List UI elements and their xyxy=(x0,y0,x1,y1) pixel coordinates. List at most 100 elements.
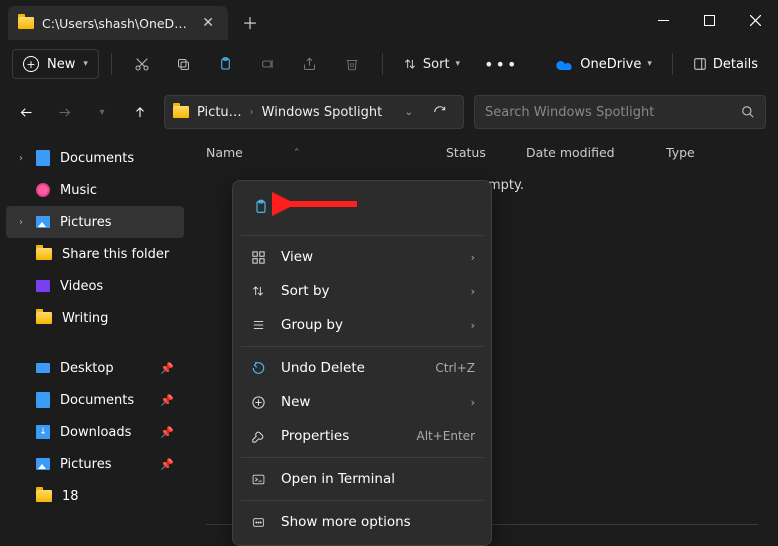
ctx-show-more[interactable]: Show more options xyxy=(239,505,485,539)
pictures-icon xyxy=(36,216,50,228)
address-bar[interactable]: Pictu… › Windows Spotlight ⌄ xyxy=(164,95,464,129)
new-button[interactable]: + New ▾ xyxy=(12,49,99,79)
wrench-icon xyxy=(249,429,267,444)
separator xyxy=(241,346,483,347)
plus-circle-icon xyxy=(249,395,267,410)
minimize-button[interactable] xyxy=(640,0,686,40)
sidebar-item-videos[interactable]: Videos xyxy=(6,270,184,302)
separator xyxy=(672,53,673,75)
pictures-icon xyxy=(36,458,50,470)
more-button[interactable]: ••• xyxy=(474,49,528,80)
terminal-icon xyxy=(249,473,267,486)
group-icon xyxy=(249,318,267,332)
sidebar-item-pictures[interactable]: ›Pictures xyxy=(6,206,184,238)
more-icon xyxy=(249,516,267,529)
column-name[interactable]: Name⌃ xyxy=(206,145,446,160)
close-button[interactable] xyxy=(732,0,778,40)
titlebar: C:\Users\shash\OneDrive\Pictu ✕ ＋ xyxy=(0,0,778,40)
sidebar-label: Writing xyxy=(62,311,108,326)
rename-button[interactable] xyxy=(250,48,286,80)
paste-button[interactable] xyxy=(208,48,244,80)
sidebar-label: Pictures xyxy=(60,215,111,230)
sidebar-item-writing[interactable]: Writing xyxy=(6,302,184,334)
music-icon xyxy=(36,183,50,197)
folder-icon xyxy=(36,490,52,502)
separator xyxy=(111,53,112,75)
sidebar-item-music[interactable]: Music xyxy=(6,174,184,206)
sidebar-label: Share this folder xyxy=(62,247,169,262)
videos-icon xyxy=(36,280,50,292)
copy-button[interactable] xyxy=(166,48,202,80)
context-menu: View› Sort by› Group by› Undo DeleteCtrl… xyxy=(232,180,492,546)
sidebar-item-documents[interactable]: ›Documents xyxy=(6,142,184,174)
column-type[interactable]: Type xyxy=(666,145,746,160)
quick-desktop[interactable]: Desktop📌 xyxy=(6,352,184,384)
quick-18[interactable]: 18 xyxy=(6,480,184,512)
shortcut: Ctrl+Z xyxy=(435,361,475,375)
separator xyxy=(241,457,483,458)
forward-button[interactable] xyxy=(50,98,78,126)
ctx-view[interactable]: View› xyxy=(239,240,485,274)
undo-icon xyxy=(249,361,267,375)
new-label: New xyxy=(47,57,75,72)
maximize-button[interactable] xyxy=(686,0,732,40)
quick-downloads[interactable]: ↓Downloads📌 xyxy=(6,416,184,448)
ctx-group-by[interactable]: Group by› xyxy=(239,308,485,342)
chevron-down-icon: ▾ xyxy=(647,59,652,69)
breadcrumb[interactable]: Windows Spotlight xyxy=(262,105,383,120)
address-dropdown[interactable]: ⌄ xyxy=(401,103,417,122)
shortcut: Alt+Enter xyxy=(416,429,475,443)
onedrive-label: OneDrive xyxy=(580,57,641,72)
column-status[interactable]: Status xyxy=(446,145,526,160)
back-button[interactable] xyxy=(12,98,40,126)
sidebar-item-share[interactable]: Share this folder xyxy=(6,238,184,270)
delete-button[interactable] xyxy=(334,48,370,80)
refresh-button[interactable] xyxy=(425,101,455,123)
ctx-paste-button[interactable] xyxy=(245,191,277,223)
pin-icon: 📌 xyxy=(160,362,174,375)
chevron-down-icon: ▾ xyxy=(83,59,88,69)
sidebar-label: Videos xyxy=(60,279,103,294)
new-tab-button[interactable]: ＋ xyxy=(228,10,272,34)
quick-pictures[interactable]: Pictures📌 xyxy=(6,448,184,480)
plus-circle-icon: + xyxy=(23,56,39,72)
search-icon[interactable] xyxy=(741,105,755,119)
share-button[interactable] xyxy=(292,48,328,80)
search-box[interactable] xyxy=(474,95,766,129)
folder-icon xyxy=(173,106,189,118)
recent-button[interactable]: ▾ xyxy=(88,98,116,126)
details-button[interactable]: Details xyxy=(685,51,766,78)
search-input[interactable] xyxy=(485,105,741,120)
tab-title: C:\Users\shash\OneDrive\Pictu xyxy=(42,16,190,31)
breadcrumb[interactable]: Pictu… xyxy=(197,105,242,120)
details-icon xyxy=(693,57,707,71)
folder-icon xyxy=(18,17,34,29)
tab-close-button[interactable]: ✕ xyxy=(198,13,218,33)
onedrive-button[interactable]: OneDrive ▾ xyxy=(548,51,660,78)
sort-icon xyxy=(249,284,267,298)
ctx-properties[interactable]: PropertiesAlt+Enter xyxy=(239,419,485,453)
chevron-right-icon: › xyxy=(471,319,475,332)
cut-button[interactable] xyxy=(124,48,160,80)
separator xyxy=(241,235,483,236)
ctx-new[interactable]: New› xyxy=(239,385,485,419)
documents-icon xyxy=(36,392,50,408)
column-date[interactable]: Date modified xyxy=(526,145,666,160)
sort-icon xyxy=(403,57,417,71)
toolbar: + New ▾ Sort ▾ ••• OneDrive ▾ Details xyxy=(0,40,778,88)
window-tab[interactable]: C:\Users\shash\OneDrive\Pictu ✕ xyxy=(8,6,228,40)
sidebar-label: Pictures xyxy=(60,457,111,472)
separator xyxy=(241,500,483,501)
chevron-right-icon: › xyxy=(471,251,475,264)
sidebar-label: 18 xyxy=(62,489,79,504)
sort-button[interactable]: Sort ▾ xyxy=(395,51,468,78)
details-label: Details xyxy=(713,57,758,72)
ctx-open-terminal[interactable]: Open in Terminal xyxy=(239,462,485,496)
sidebar-label: Downloads xyxy=(60,425,131,440)
sidebar-label: Music xyxy=(60,183,97,198)
quick-documents[interactable]: Documents📌 xyxy=(6,384,184,416)
sidebar-label: Documents xyxy=(60,151,134,166)
ctx-sort-by[interactable]: Sort by› xyxy=(239,274,485,308)
ctx-undo-delete[interactable]: Undo DeleteCtrl+Z xyxy=(239,351,485,385)
up-button[interactable] xyxy=(126,98,154,126)
